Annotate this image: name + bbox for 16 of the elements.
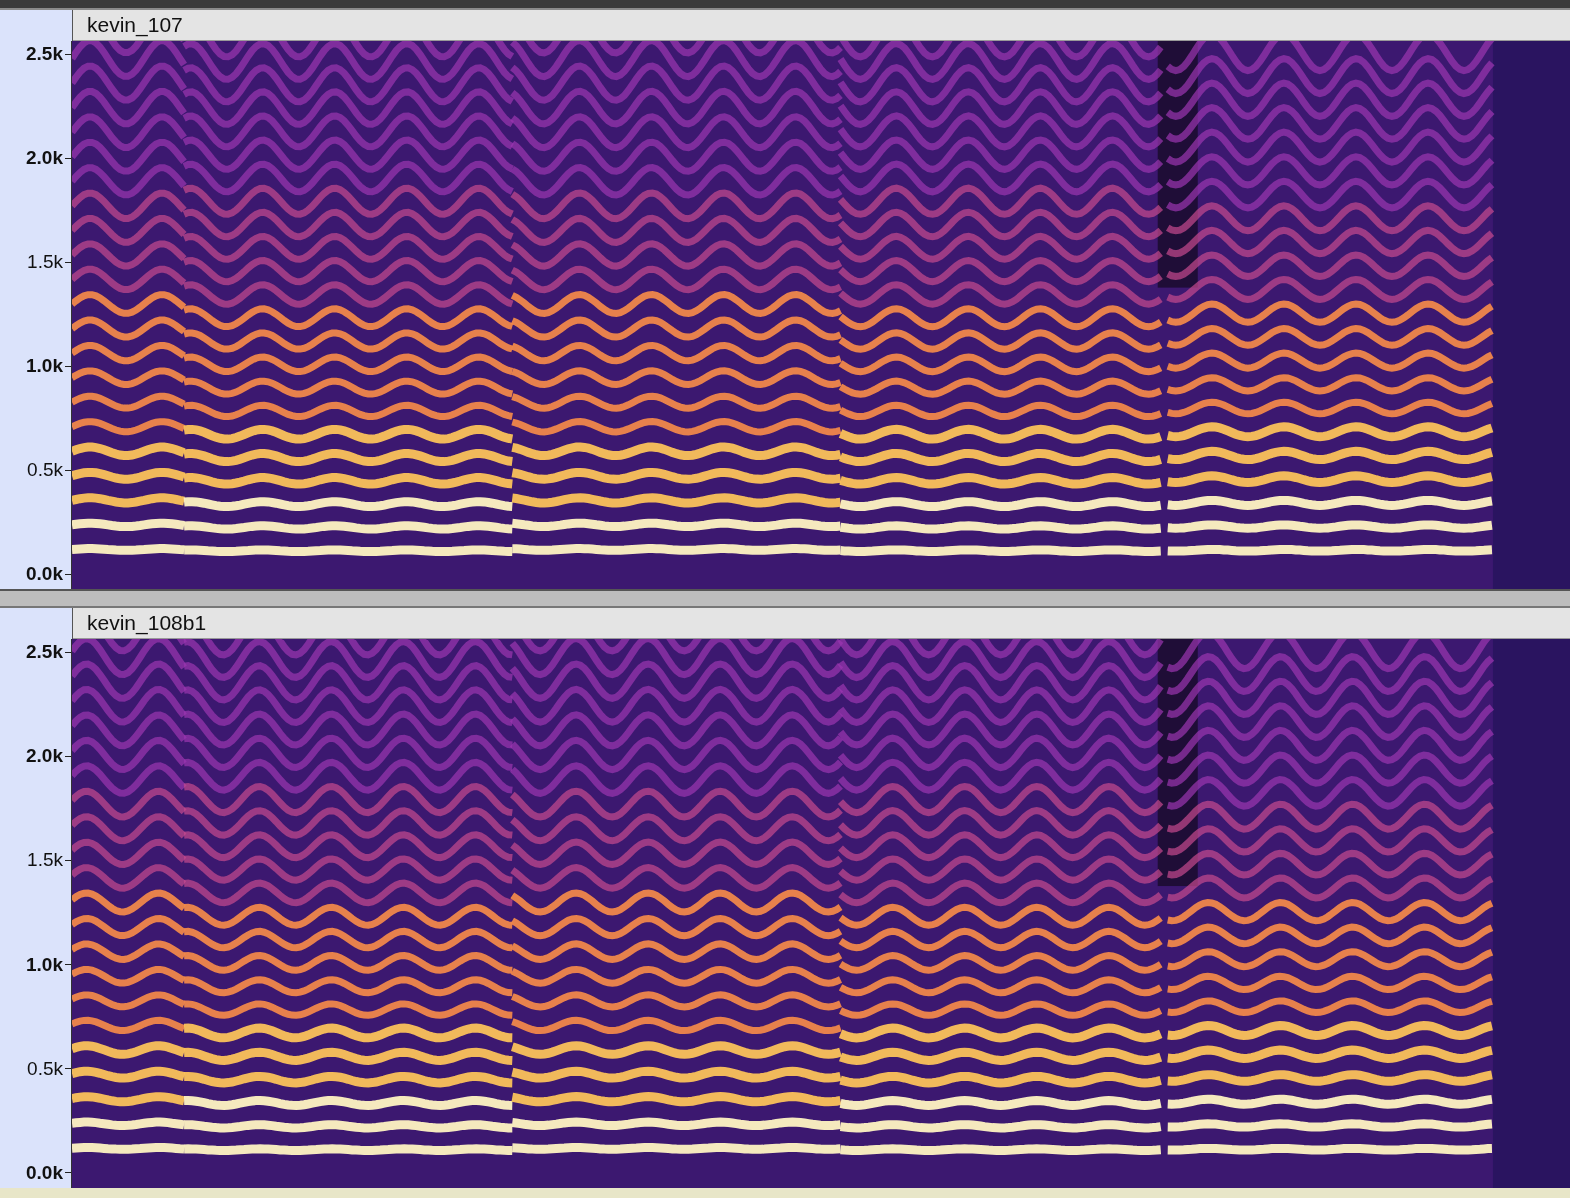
track-title-bar[interactable]: kevin_108b1 (73, 608, 1570, 639)
frequency-label: 1.5k (27, 849, 64, 872)
frequency-label: 0.5k (27, 459, 64, 481)
frequency-label: 2.0k (26, 745, 64, 768)
frequency-label: 0.0k (26, 1161, 64, 1184)
frequency-label: 2.5k (26, 43, 64, 65)
frequency-label: 1.0k (26, 953, 64, 976)
frequency-label: 0.5k (27, 1057, 64, 1080)
frequency-label: 2.5k (26, 641, 64, 663)
frequency-label: 1.0k (26, 355, 64, 377)
track-name: kevin_108b1 (87, 611, 207, 635)
track-title-bar[interactable]: kevin_107 (73, 10, 1570, 41)
frequency-label: 0.0k (26, 563, 64, 585)
track-name: kevin_107 (87, 13, 183, 37)
frequency-label: 2.0k (26, 147, 64, 169)
frequency-label: 1.5k (27, 251, 64, 273)
